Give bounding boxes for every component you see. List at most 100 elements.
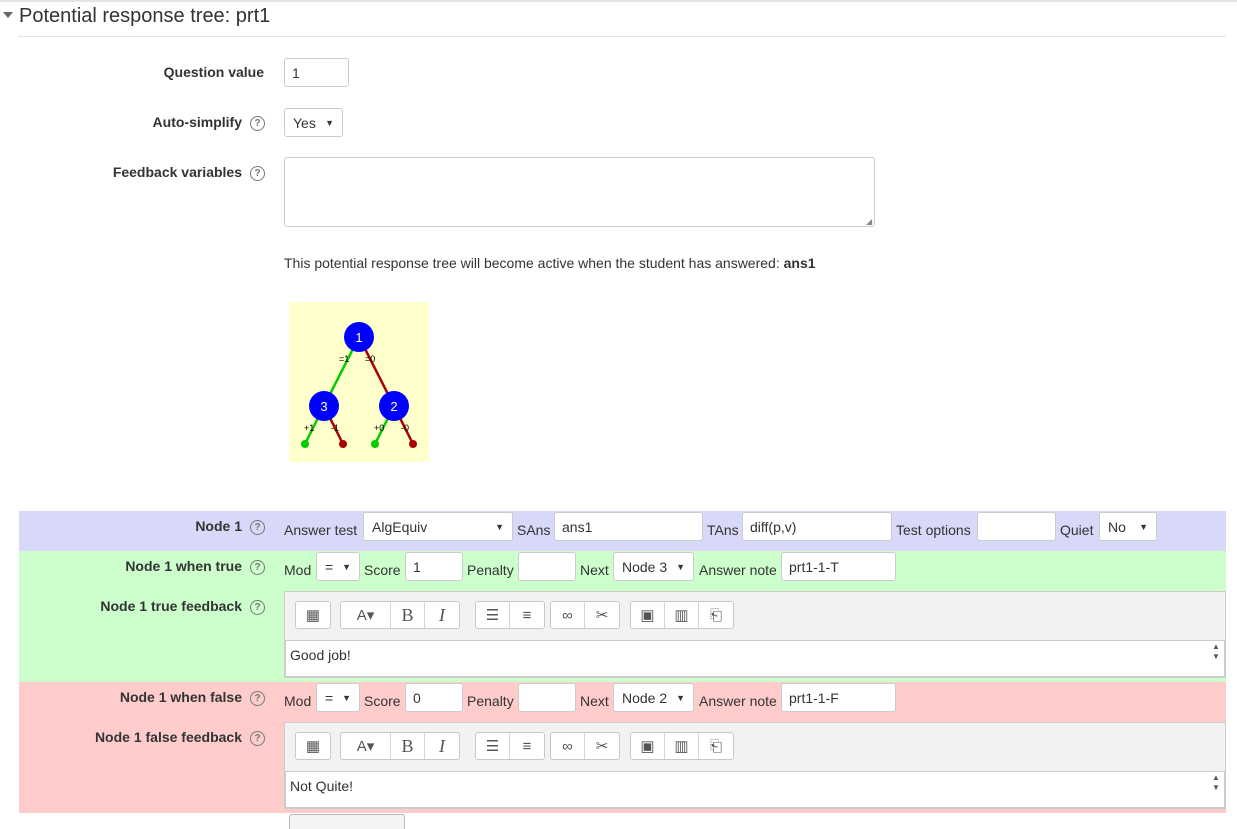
dropdown-caret-icon: ▼: [495, 521, 504, 532]
tree-node-3-label: 3: [320, 399, 327, 414]
toolbar-group: ▣ ▥ ⎗: [630, 732, 734, 760]
delete-node-button[interactable]: [289, 814, 405, 829]
image-icon[interactable]: ▣: [631, 733, 665, 759]
unlink-icon[interactable]: ✂: [585, 733, 619, 759]
auto-simplify-value: Yes: [293, 114, 316, 131]
dropdown-caret-icon: ▼: [676, 692, 685, 703]
unlink-icon[interactable]: ✂: [585, 602, 619, 628]
true-note-input[interactable]: prt1-1-T: [781, 552, 896, 581]
bullet-list-icon[interactable]: ☰: [476, 733, 510, 759]
auto-simplify-select[interactable]: Yes ▼: [284, 108, 343, 137]
help-icon[interactable]: ?: [250, 599, 265, 615]
scroll-down-icon[interactable]: ▼: [1211, 652, 1221, 661]
bullet-list-icon[interactable]: ☰: [476, 602, 510, 628]
help-icon[interactable]: ?: [250, 115, 265, 131]
toolbar-group: ∞ ✂: [550, 601, 620, 629]
node-1-label-row: Node 1?: [60, 518, 265, 535]
toolbar-group: ▦: [295, 732, 331, 760]
bold-icon[interactable]: B: [391, 602, 425, 628]
scroll-up-icon[interactable]: ▲: [1211, 642, 1221, 651]
true-penalty-input[interactable]: [518, 552, 576, 581]
edge-label-3-false: -1: [331, 423, 339, 433]
italic-icon[interactable]: I: [425, 733, 459, 759]
false-label-row: Node 1 when false?: [60, 689, 265, 706]
true-score-label: Score: [364, 562, 401, 578]
media-icon[interactable]: ▥: [665, 733, 699, 759]
true-penalty-label: Penalty: [467, 562, 514, 578]
font-color-icon[interactable]: A▾: [341, 733, 391, 759]
toolbar-toggle-icon[interactable]: ▦: [296, 602, 330, 628]
font-color-icon[interactable]: A▾: [341, 602, 391, 628]
false-feedback-content[interactable]: Not Quite!: [285, 771, 1225, 808]
quiet-select[interactable]: No ▼: [1099, 512, 1157, 541]
false-mod-select[interactable]: = ▼: [316, 683, 360, 712]
false-next-select[interactable]: Node 2 ▼: [613, 683, 694, 712]
true-mod-label: Mod: [284, 562, 312, 578]
false-feedback-editor: ▦ A▾ B I ☰ ≡ ∞ ✂ ▣ ▥ ⎗ Not Quite! ▲ ▼: [284, 722, 1226, 809]
false-penalty-input[interactable]: [518, 683, 576, 712]
collapse-triangle-icon[interactable]: [3, 11, 13, 18]
true-feedback-editor: ▦ A▾ B I ☰ ≡ ∞ ✂ ▣ ▥ ⎗ Good job! ▲ ▼: [284, 591, 1226, 678]
resize-grip-icon[interactable]: ◢: [866, 217, 872, 226]
tans-label: TAns: [707, 522, 739, 538]
section-header[interactable]: Potential response tree: prt1: [3, 5, 270, 28]
true-mod-select[interactable]: = ▼: [316, 552, 360, 581]
manage-files-icon[interactable]: ⎗: [699, 602, 733, 628]
true-feedback-content[interactable]: Good job!: [285, 640, 1225, 677]
sans-input[interactable]: ans1: [554, 512, 703, 541]
toolbar-group: A▾ B I: [340, 601, 460, 629]
numbered-list-icon[interactable]: ≡: [510, 602, 544, 628]
feedback-variables-label: Feedback variables: [112, 164, 242, 180]
true-next-value: Node 3: [622, 558, 668, 575]
manage-files-icon[interactable]: ⎗: [699, 733, 733, 759]
question-value-input[interactable]: 1: [284, 58, 349, 87]
question-value-label: Question value: [163, 64, 264, 80]
true-branch-label: Node 1 when true: [125, 558, 242, 574]
help-icon[interactable]: ?: [250, 690, 265, 706]
section-title: Potential response tree: prt1: [19, 5, 271, 27]
quiet-value: No: [1108, 518, 1126, 535]
scroll-up-icon[interactable]: ▲: [1211, 773, 1221, 782]
top-divider: [0, 0, 1237, 2]
tans-input[interactable]: diff(p,v): [742, 512, 892, 541]
feedback-variables-textarea[interactable]: [284, 157, 875, 227]
auto-simplify-label-row: Auto-simplify?: [60, 114, 265, 131]
true-label-row: Node 1 when true?: [60, 558, 265, 575]
leaf-3-false: [339, 440, 347, 448]
image-icon[interactable]: ▣: [631, 602, 665, 628]
leaf-2-true: [371, 440, 379, 448]
leaf-2-false: [409, 440, 417, 448]
test-options-input[interactable]: [977, 512, 1056, 541]
false-penalty-label: Penalty: [467, 693, 514, 709]
bold-icon[interactable]: B: [391, 733, 425, 759]
toolbar-group: ☰ ≡: [475, 732, 545, 760]
true-note-label: Answer note: [699, 562, 777, 578]
true-next-label: Next: [580, 562, 609, 578]
help-icon[interactable]: ?: [250, 559, 265, 575]
active-note: This potential response tree will become…: [284, 255, 816, 271]
media-icon[interactable]: ▥: [665, 602, 699, 628]
true-next-select[interactable]: Node 3 ▼: [613, 552, 694, 581]
active-note-text: This potential response tree will become…: [284, 255, 784, 271]
numbered-list-icon[interactable]: ≡: [510, 733, 544, 759]
true-score-input[interactable]: 1: [405, 552, 463, 581]
false-score-input[interactable]: 0: [405, 683, 463, 712]
test-options-label: Test options: [896, 522, 971, 538]
edge-label-1-false: =0: [365, 354, 375, 364]
sans-label: SAns: [517, 522, 551, 538]
italic-icon[interactable]: I: [425, 602, 459, 628]
link-icon[interactable]: ∞: [551, 602, 585, 628]
answer-test-select[interactable]: AlgEquiv ▼: [363, 512, 513, 541]
scroll-down-icon[interactable]: ▼: [1211, 783, 1221, 792]
false-note-input[interactable]: prt1-1-F: [781, 683, 896, 712]
help-icon[interactable]: ?: [250, 519, 265, 535]
help-icon[interactable]: ?: [250, 730, 265, 746]
leaf-3-true: [301, 440, 309, 448]
auto-simplify-label: Auto-simplify: [152, 114, 242, 130]
link-icon[interactable]: ∞: [551, 733, 585, 759]
toolbar-toggle-icon[interactable]: ▦: [296, 733, 330, 759]
edge-label-3-true: +1: [304, 423, 314, 433]
false-mod-label: Mod: [284, 693, 312, 709]
help-icon[interactable]: ?: [250, 165, 265, 181]
tree-node-2-label: 2: [390, 399, 397, 414]
